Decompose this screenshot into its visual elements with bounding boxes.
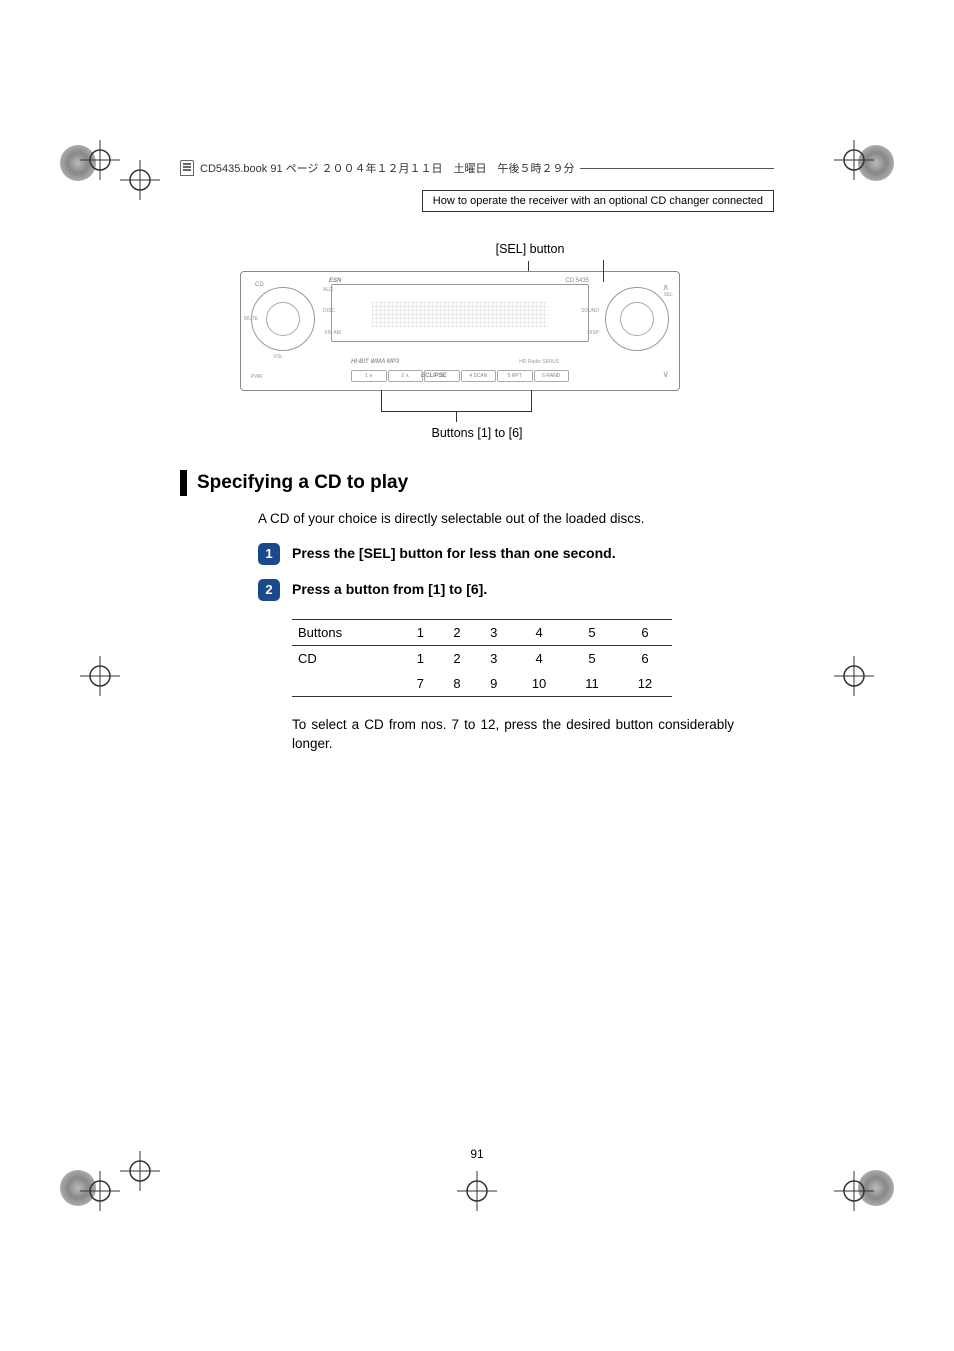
- table-cell: 6: [618, 619, 672, 645]
- crop-mark-icon: [834, 140, 874, 180]
- step-number-badge: 2: [258, 579, 280, 601]
- disc-label: DISC: [323, 308, 335, 314]
- button-row: 1 ∨ 2 ∧ 3 4 SCAN 5 RPT 6 RAND: [351, 370, 569, 382]
- table-row: CD 1 2 3 4 5 6: [292, 645, 672, 671]
- pwr-label: PWR: [251, 374, 263, 380]
- crop-mark-icon: [80, 140, 120, 180]
- callout-line: [528, 261, 529, 271]
- intro-text: A CD of your choice is directly selectab…: [258, 510, 774, 529]
- crop-mark-icon: [834, 656, 874, 696]
- callout-line: [456, 412, 457, 422]
- callout-line: [531, 390, 532, 412]
- device-illustration: ESN CD 5435 CD VOL MUTE DISC FM AM AUX P…: [240, 271, 680, 391]
- table-cell: 2: [439, 645, 476, 671]
- hdradio-label: HD Radio SIRIUS: [519, 359, 559, 365]
- table-cell: 11: [566, 671, 618, 697]
- crop-mark-icon: [457, 1171, 497, 1211]
- header-rule: [580, 168, 774, 169]
- table-cell: [292, 671, 402, 697]
- table-cell: Buttons: [292, 619, 402, 645]
- display-segments: [372, 301, 548, 327]
- crop-mark-icon: [80, 1171, 120, 1211]
- step-text: Press a button from [1] to [6].: [292, 579, 487, 597]
- section-title-text: Specifying a CD to play: [197, 472, 408, 494]
- preset-button: 4 SCAN: [461, 370, 497, 382]
- arrow-up-icon: ∧: [662, 282, 669, 293]
- note-text: To select a CD from nos. 7 to 12, press …: [292, 715, 734, 754]
- table-cell: 10: [512, 671, 566, 697]
- fm-label: FM AM: [325, 330, 341, 336]
- wma-label: HI-BIT WMA MP3: [351, 359, 399, 365]
- callout-sel-button: [SEL] button: [490, 242, 570, 256]
- book-icon: [180, 160, 194, 176]
- table-cell: CD: [292, 645, 402, 671]
- preset-button: 5 RPT: [497, 370, 533, 382]
- callout-buttons-1-6: Buttons [1] to [6]: [180, 426, 774, 440]
- preset-button: 1 ∨: [351, 370, 387, 382]
- callout-line: [381, 390, 382, 412]
- table-cell: 8: [439, 671, 476, 697]
- mute-label: MUTE: [244, 316, 258, 322]
- vol-label: VOL: [273, 354, 283, 360]
- sound-label: SOUND: [581, 308, 599, 314]
- table-cell: 3: [475, 619, 512, 645]
- table-cell: 12: [618, 671, 672, 697]
- crop-mark-icon: [80, 656, 120, 696]
- section-header-box: How to operate the receiver with an opti…: [422, 190, 774, 212]
- preset-button: 6 RAND: [534, 370, 570, 382]
- step-2: 2 Press a button from [1] to [6].: [258, 579, 774, 601]
- button-cd-table: Buttons 1 2 3 4 5 6 CD 1 2 3 4 5 6 7 8 9…: [292, 619, 672, 697]
- table-cell: 7: [402, 671, 439, 697]
- preset-button: 2 ∧: [388, 370, 424, 382]
- step-text: Press the [SEL] button for less than one…: [292, 543, 616, 561]
- page-header-text: CD5435.book 91 ページ ２００４年１２月１１日 土曜日 午後５時２…: [200, 160, 574, 176]
- callout-line: [603, 260, 604, 282]
- table-cell: 9: [475, 671, 512, 697]
- page-number: 91: [180, 1147, 774, 1161]
- right-dial-icon: [605, 287, 669, 351]
- table-cell: 3: [475, 645, 512, 671]
- section-header-container: How to operate the receiver with an opti…: [180, 190, 774, 212]
- crop-mark-icon: [120, 1151, 160, 1191]
- step-number-badge: 1: [258, 543, 280, 565]
- step-1: 1 Press the [SEL] button for less than o…: [258, 543, 774, 565]
- table-cell: 5: [566, 619, 618, 645]
- preset-button: 3: [424, 370, 460, 382]
- table-cell: 5: [566, 645, 618, 671]
- cd-label: CD: [255, 282, 264, 288]
- table-row: Buttons 1 2 3 4 5 6: [292, 619, 672, 645]
- table-cell: 4: [512, 645, 566, 671]
- crop-mark-icon: [834, 1171, 874, 1211]
- crop-mark-icon: [120, 160, 160, 200]
- table-cell: 2: [439, 619, 476, 645]
- table-cell: 1: [402, 645, 439, 671]
- left-dial-icon: [251, 287, 315, 351]
- aux-label: AUX: [323, 287, 333, 293]
- table-cell: 4: [512, 619, 566, 645]
- table-row: 7 8 9 10 11 12: [292, 671, 672, 697]
- display-area: [331, 284, 589, 342]
- section-title: Specifying a CD to play: [180, 470, 774, 496]
- section-title-bar: [180, 470, 187, 496]
- arrow-down-icon: ∨: [662, 369, 669, 380]
- page-header: CD5435.book 91 ページ ２００４年１２月１１日 土曜日 午後５時２…: [180, 160, 774, 176]
- table-cell: 1: [402, 619, 439, 645]
- disp-label: DISP: [587, 330, 599, 336]
- table-cell: 6: [618, 645, 672, 671]
